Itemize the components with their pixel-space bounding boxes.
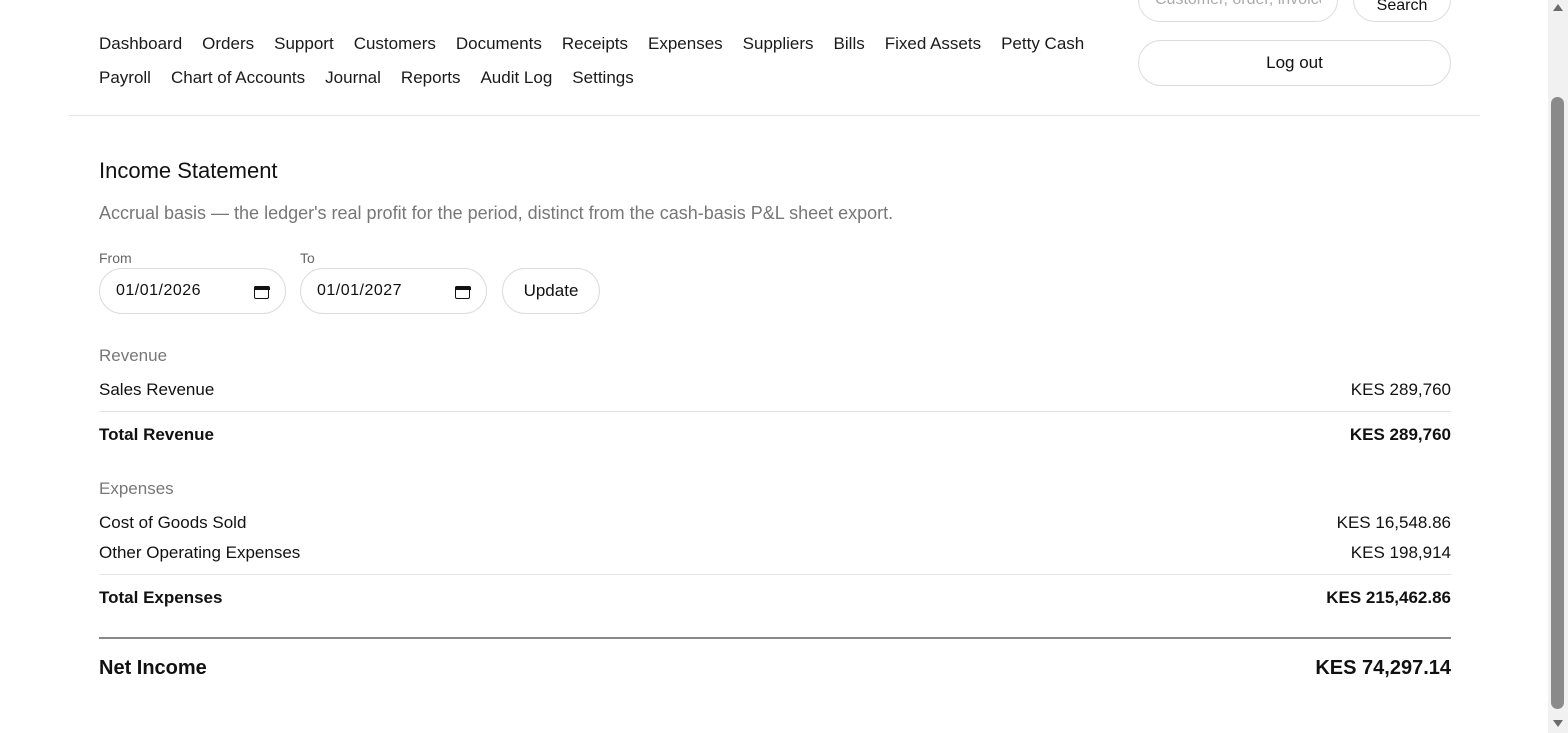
total-revenue-amount: KES 289,760 xyxy=(1349,425,1451,444)
nav-link-suppliers[interactable]: Suppliers xyxy=(743,34,814,54)
page: Search Log out Dashboard Orders Support … xyxy=(0,0,1548,733)
calendar-icon[interactable] xyxy=(455,284,471,299)
from-date-value: 01/01/2026 xyxy=(116,282,202,299)
to-date-value: 01/01/2027 xyxy=(317,282,403,299)
net-income-amount: KES 74,297.14 xyxy=(1315,657,1451,679)
net-income-row: Net Income KES 74,297.14 xyxy=(99,657,1451,680)
nav-link-dashboard[interactable]: Dashboard xyxy=(99,34,182,54)
revenue-divider xyxy=(99,411,1451,412)
chevron-up-icon[interactable] xyxy=(1553,4,1563,11)
expense-line-label: Other Operating Expenses xyxy=(99,543,301,562)
main-nav: Dashboard Orders Support Customers Docum… xyxy=(99,27,1129,95)
revenue-line-amount: KES 289,760 xyxy=(1350,380,1451,399)
total-revenue-label: Total Revenue xyxy=(99,425,214,444)
nav-link-journal[interactable]: Journal xyxy=(325,68,381,88)
search-input[interactable] xyxy=(1138,0,1338,22)
nav-link-fixed-assets[interactable]: Fixed Assets xyxy=(885,34,981,54)
header-divider xyxy=(69,115,1480,116)
total-expenses-amount: KES 215,462.86 xyxy=(1326,588,1451,607)
nav-link-support[interactable]: Support xyxy=(274,34,334,54)
revenue-heading: Revenue xyxy=(99,346,168,365)
from-date-input[interactable]: 01/01/2026 xyxy=(99,268,286,314)
total-expenses-label: Total Expenses xyxy=(99,588,223,607)
nav-link-expenses[interactable]: Expenses xyxy=(648,34,723,54)
page-title: Income Statement xyxy=(99,158,278,183)
expenses-divider xyxy=(99,574,1451,575)
scrollbar-thumb[interactable] xyxy=(1551,97,1564,709)
nav-link-chart-of-accounts[interactable]: Chart of Accounts xyxy=(171,68,305,88)
total-expenses-row: Total Expenses KES 215,462.86 xyxy=(99,588,1451,608)
expense-line-label: Cost of Goods Sold xyxy=(99,513,247,532)
logout-button[interactable]: Log out xyxy=(1138,40,1451,86)
calendar-icon[interactable] xyxy=(254,284,270,299)
revenue-line-label: Sales Revenue xyxy=(99,380,215,399)
to-label: To xyxy=(300,250,315,266)
nav-link-settings[interactable]: Settings xyxy=(572,68,633,88)
page-subtitle: Accrual basis — the ledger's real profit… xyxy=(99,203,894,223)
nav-link-petty-cash[interactable]: Petty Cash xyxy=(1001,34,1084,54)
net-income-divider xyxy=(99,637,1451,639)
expense-line: Cost of Goods Sold KES 16,548.86 xyxy=(99,513,1451,533)
nav-link-orders[interactable]: Orders xyxy=(202,34,254,54)
from-label: From xyxy=(99,250,132,266)
expense-line-amount: KES 198,914 xyxy=(1350,543,1451,562)
to-date-input[interactable]: 01/01/2027 xyxy=(300,268,487,314)
nav-link-customers[interactable]: Customers xyxy=(354,34,436,54)
search-button[interactable]: Search xyxy=(1353,0,1451,22)
update-button[interactable]: Update xyxy=(502,268,600,314)
revenue-line: Sales Revenue KES 289,760 xyxy=(99,380,1451,400)
expense-line-amount: KES 16,548.86 xyxy=(1336,513,1451,532)
nav-link-audit-log[interactable]: Audit Log xyxy=(480,68,552,88)
net-income-label: Net Income xyxy=(99,657,207,679)
nav-row-secondary: Payroll Chart of Accounts Journal Report… xyxy=(99,61,1129,95)
total-revenue-row: Total Revenue KES 289,760 xyxy=(99,425,1451,445)
chevron-down-icon[interactable] xyxy=(1553,720,1563,727)
nav-link-payroll[interactable]: Payroll xyxy=(99,68,151,88)
nav-link-reports[interactable]: Reports xyxy=(401,68,461,88)
expense-line: Other Operating Expenses KES 198,914 xyxy=(99,543,1451,563)
nav-link-bills[interactable]: Bills xyxy=(834,34,865,54)
vertical-scrollbar[interactable] xyxy=(1548,0,1568,733)
expenses-heading: Expenses xyxy=(99,479,174,498)
nav-link-receipts[interactable]: Receipts xyxy=(562,34,628,54)
nav-link-documents[interactable]: Documents xyxy=(456,34,542,54)
nav-row-primary: Dashboard Orders Support Customers Docum… xyxy=(99,27,1129,61)
